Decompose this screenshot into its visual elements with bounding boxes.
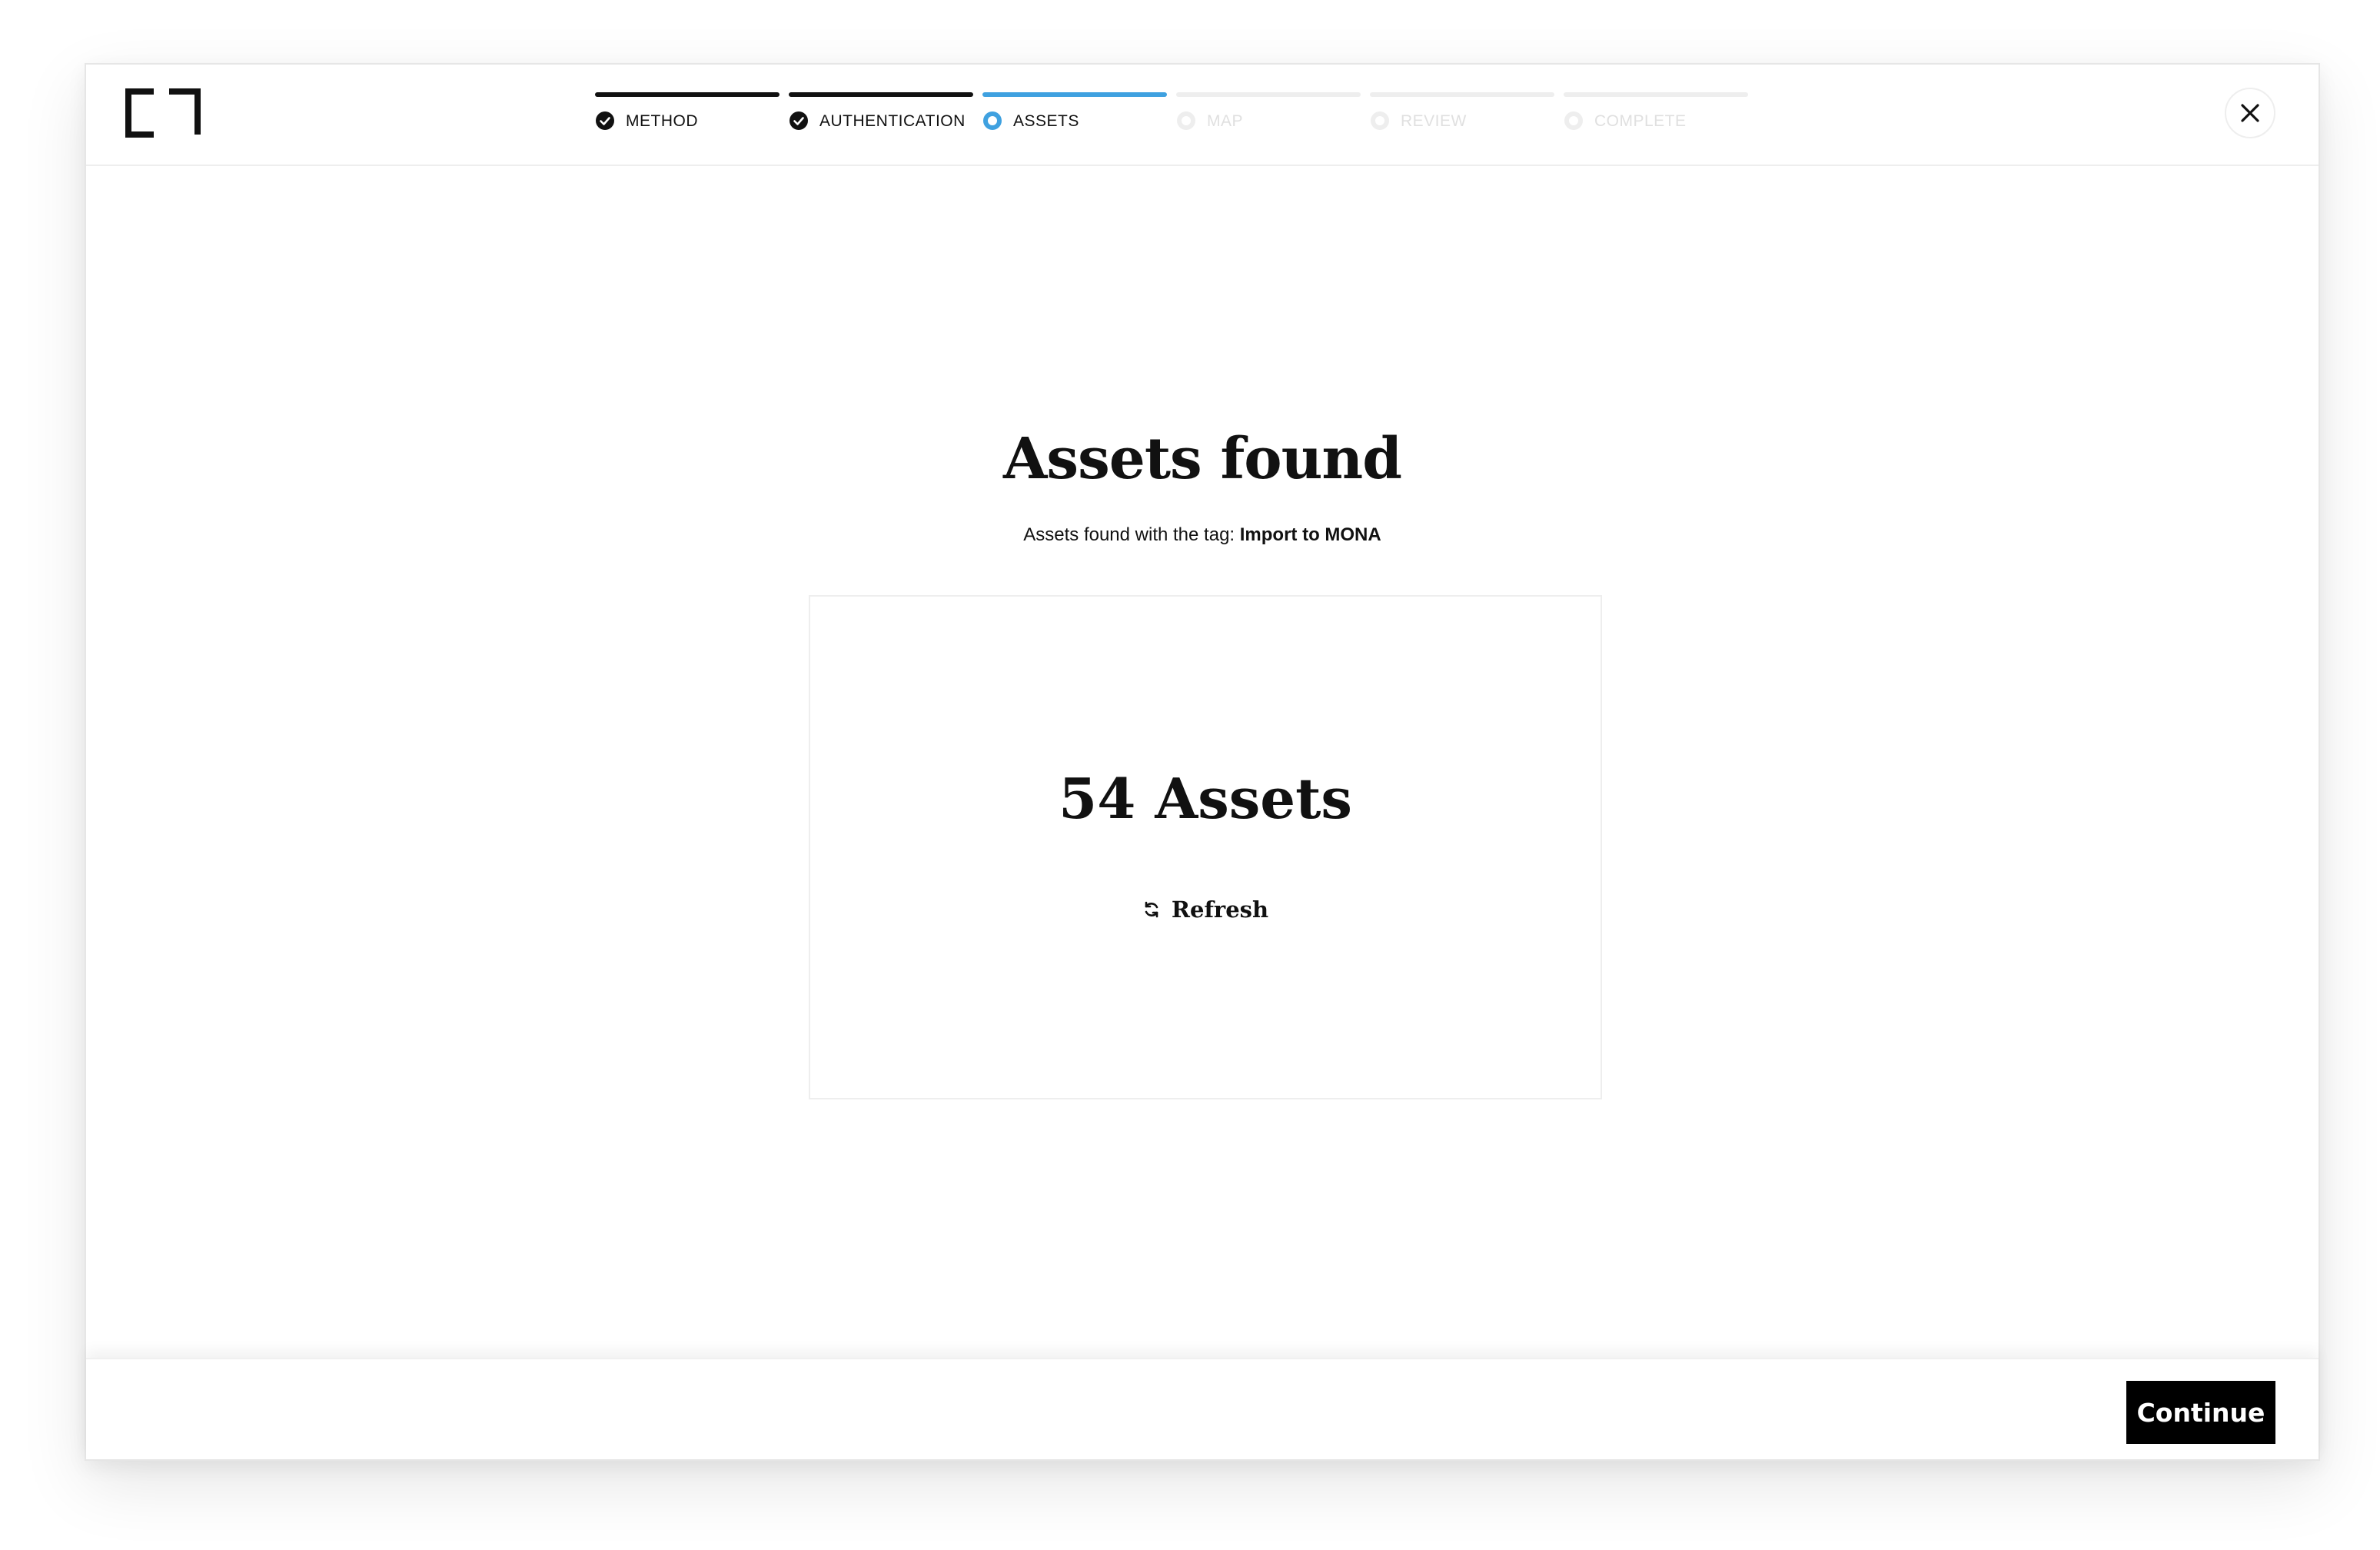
step-assets: ASSETS	[982, 92, 1167, 138]
step-bar	[1564, 92, 1748, 97]
ring-circle-icon	[1371, 111, 1389, 130]
step-label: MAP	[1207, 112, 1244, 130]
step-bar	[1370, 92, 1554, 97]
ring-circle-icon	[983, 111, 1002, 130]
step-label: ASSETS	[1013, 112, 1079, 130]
step-method: METHOD	[595, 92, 779, 138]
page-title: Assets found	[1003, 426, 1402, 492]
check-circle-icon	[789, 111, 808, 130]
check-circle-icon	[596, 111, 614, 130]
step-authentication: AUTHENTICATION	[789, 92, 973, 138]
ring-circle-icon	[1564, 111, 1583, 130]
step-complete: COMPLETE	[1564, 92, 1748, 138]
step-label: METHOD	[626, 112, 698, 130]
modal-footer: Continue	[86, 1358, 2319, 1459]
asset-count: 54 Assets	[1059, 766, 1352, 831]
assets-card: 54 Assets Refresh	[809, 595, 1602, 1099]
refresh-row: Refresh	[810, 896, 1601, 924]
step-label: AUTHENTICATION	[819, 112, 966, 130]
step-label: COMPLETE	[1594, 112, 1687, 130]
step-bar	[982, 92, 1167, 97]
bracket-logo-icon	[125, 88, 201, 138]
refresh-label: Refresh	[1171, 896, 1269, 923]
modal-header: METHOD AUTHENTICATION ASSETS MAP REVIEW …	[86, 65, 2319, 166]
tag-name: Import to MONA	[1239, 524, 1381, 545]
step-label: REVIEW	[1401, 112, 1467, 130]
import-modal: METHOD AUTHENTICATION ASSETS MAP REVIEW …	[85, 63, 2320, 1461]
continue-button[interactable]: Continue	[2126, 1381, 2275, 1444]
step-review: REVIEW	[1370, 92, 1554, 138]
page-subtitle: Assets found with the tag: Import to MON…	[86, 524, 2319, 546]
step-bar	[1176, 92, 1361, 97]
ring-circle-icon	[1177, 111, 1195, 130]
step-map: MAP	[1176, 92, 1361, 138]
refresh-icon	[1145, 901, 1158, 918]
step-bar	[595, 92, 779, 97]
close-button[interactable]	[2225, 88, 2275, 138]
subtitle-prefix: Assets found with the tag:	[1023, 524, 1240, 545]
refresh-button[interactable]: Refresh	[1142, 896, 1268, 923]
close-icon	[2241, 104, 2259, 122]
step-bar	[789, 92, 973, 97]
